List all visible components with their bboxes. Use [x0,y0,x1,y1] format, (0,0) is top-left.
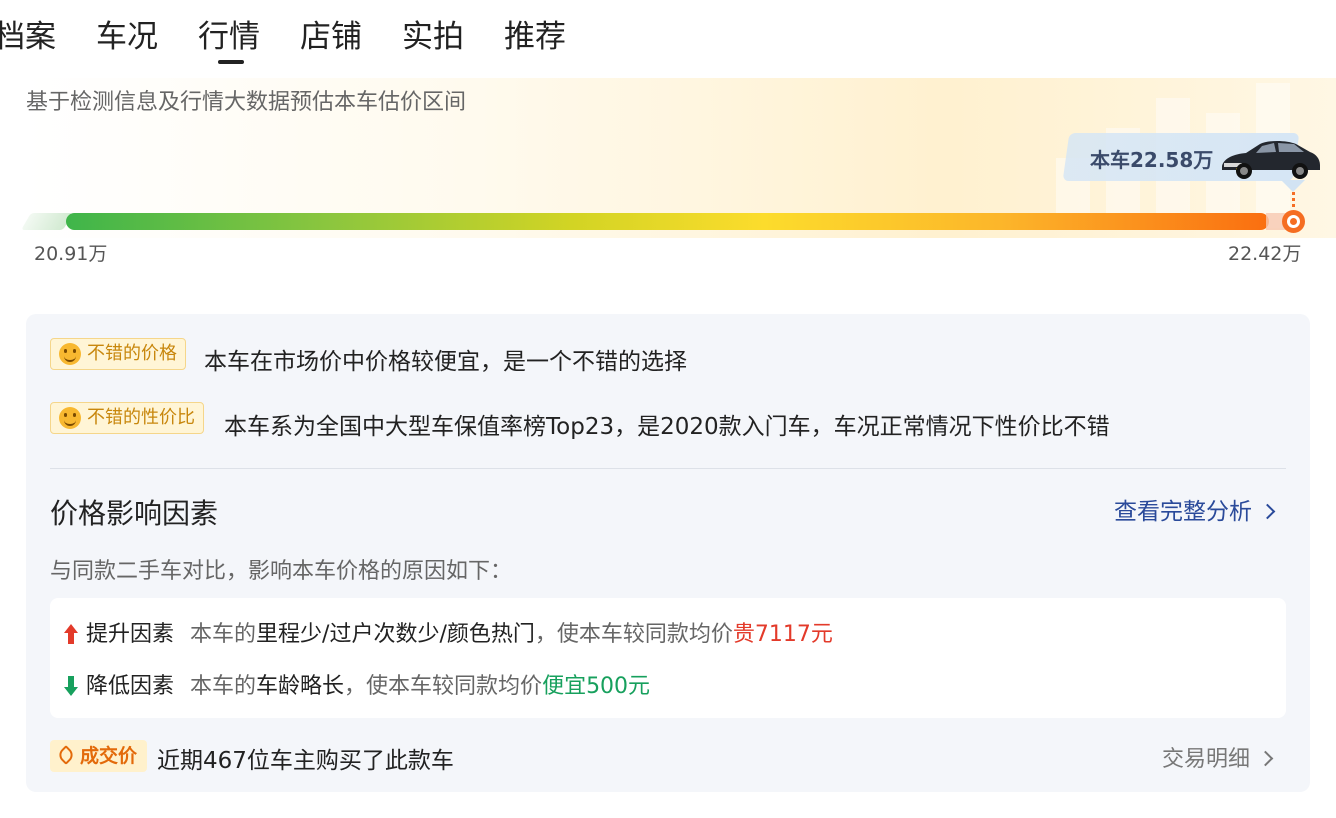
deal-price-label: 成交价 [80,745,138,767]
factor-up-effect: 贵7117元 [732,622,833,647]
full-analysis-link-label: 查看完整分析 [1114,499,1252,525]
range-min-label: 20.91万 [34,243,108,265]
factor-down-row: 降低因素 本车的车龄略长，使本车较同款均价便宜500元 [64,668,650,700]
tab-market[interactable]: 行情 [198,14,260,66]
badge-good-price-label: 不错的价格 [87,343,177,364]
chevron-right-icon [1259,503,1276,520]
divider [50,468,1286,469]
price-range-bar [66,213,1269,230]
factor-down-effect: 便宜500元 [542,674,651,699]
tab-archive[interactable]: 档案 [0,14,56,66]
section-title: 价格影响因素 [50,497,219,530]
car-position-marker [1282,210,1305,233]
smile-icon [59,407,81,429]
tab-recommend[interactable]: 推荐 [504,14,566,66]
transaction-detail-label: 交易明细 [1162,747,1251,772]
transaction-detail-link[interactable]: 交易明细 [1162,741,1274,773]
tab-store[interactable]: 店铺 [300,14,362,66]
badge-good-value-label: 不错的性价比 [87,407,195,428]
factor-up-row: 提升因素 本车的里程少/过户次数少/颜色热门，使本车较同款均价贵7117元 [64,616,833,648]
car-price-label: 本车22.58万 [1090,148,1214,172]
badge-good-price-text: 本车在市场价中价格较便宜，是一个不错的选择 [204,349,687,375]
deal-summary: 近期467位车主购买了此款车 [157,748,454,774]
range-max-label: 22.42万 [1228,243,1302,265]
chevron-right-icon [1257,750,1274,767]
tab-condition[interactable]: 车况 [96,14,158,66]
arrow-down-icon [64,676,78,696]
full-analysis-link[interactable]: 查看完整分析 [1114,492,1276,526]
badge-good-value-text: 本车系为全国中大型车保值率榜Top23，是2020款入门车，车况正常情况下性价比… [224,414,1110,440]
badge-good-price: 不错的价格 [50,338,186,370]
factors-description: 与同款二手车对比，影响本车价格的原因如下： [50,559,513,584]
tag-icon [56,745,76,765]
factor-down-items: 车龄略长 [256,674,345,699]
factor-up-prefix: 本车的 [190,622,257,647]
factors-panel: 提升因素 本车的里程少/过户次数少/颜色热门，使本车较同款均价贵7117元 降低因… [50,598,1286,718]
arrow-up-icon [64,624,78,644]
factor-down-prefix: 本车的 [190,674,257,699]
car-icon [1222,141,1320,179]
tab-bar: 档案 车况 行情 店铺 实拍 推荐 [0,14,606,66]
valuation-subtitle: 基于检测信息及行情大数据预估本车估价区间 [26,90,467,115]
factor-down-name: 降低因素 [86,674,175,699]
factor-up-name: 提升因素 [86,622,175,647]
tab-photos[interactable]: 实拍 [402,14,464,66]
smile-icon [59,343,81,365]
car-position-line [1292,192,1295,210]
deal-price-badge: 成交价 [50,740,148,772]
badge-good-value: 不错的性价比 [50,402,204,434]
factor-up-items: 里程少/过户次数少/颜色热门 [256,622,535,647]
factor-up-middle: ，使本车较同款均价 [534,622,733,647]
factor-down-middle: ，使本车较同款均价 [344,674,543,699]
